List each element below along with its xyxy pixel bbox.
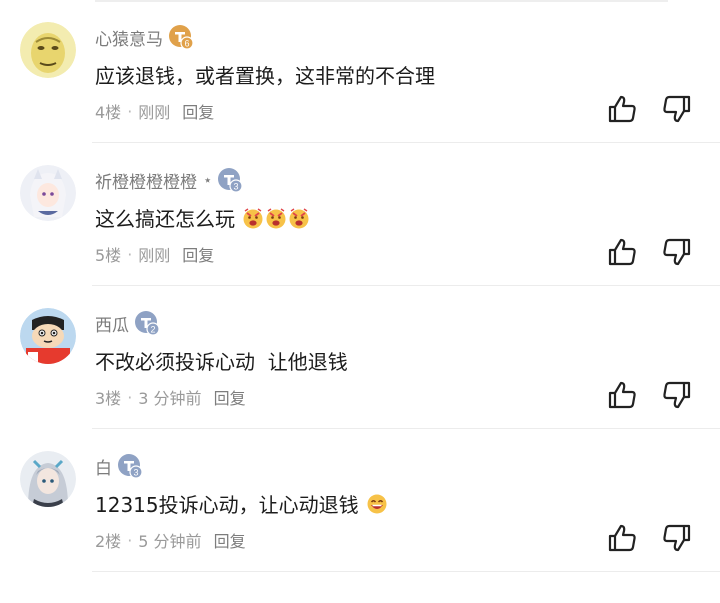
level-number: 6 <box>184 38 189 48</box>
user-suffix-star: ⋆ <box>203 171 213 189</box>
thumb-down-icon[interactable] <box>659 92 693 126</box>
level-badge-icon: 3 <box>117 453 143 479</box>
meta-dot: · <box>127 101 133 121</box>
thumb-up-icon[interactable] <box>606 92 640 126</box>
comment-text: 12315投诉心动，让心动退钱 <box>95 493 359 517</box>
thumb-up-icon[interactable] <box>606 235 640 269</box>
emoji-icon <box>243 208 263 229</box>
timestamp: 3 分钟前 <box>138 389 202 408</box>
floor-number: 3楼 <box>95 389 122 408</box>
thumb-down-icon[interactable] <box>659 235 693 269</box>
level-number: 2 <box>150 324 155 334</box>
reply-button[interactable]: 回复 <box>182 99 214 123</box>
avatar[interactable] <box>20 22 76 78</box>
thumb-down-icon[interactable] <box>659 521 693 555</box>
comment-text: 不改必须投诉心动 让他退钱 <box>95 350 348 374</box>
timestamp: 刚刚 <box>138 103 171 122</box>
username[interactable]: 祈橙橙橙橙橙 <box>95 168 197 193</box>
floor-number: 2楼 <box>95 532 122 551</box>
level-badge-icon: 3 <box>217 167 243 193</box>
level-number: 3 <box>133 467 138 477</box>
comment-text: 这么搞还怎么玩 <box>95 207 235 231</box>
reply-button[interactable]: 回复 <box>214 528 246 552</box>
level-badge-icon: 6 <box>168 24 194 50</box>
reply-button[interactable]: 回复 <box>182 242 214 266</box>
avatar[interactable] <box>20 308 76 364</box>
thumb-down-icon[interactable] <box>659 378 693 412</box>
comment-text-row: 12315投诉心动，让心动退钱 <box>95 489 388 518</box>
meta-dot: · <box>127 530 133 550</box>
divider <box>92 571 720 572</box>
timestamp: 5 分钟前 <box>138 532 202 551</box>
comment-item: 白 3 12315投诉心动，让心动退钱 2楼 · 5 分钟前 回复 <box>0 429 720 572</box>
timestamp: 刚刚 <box>138 246 171 265</box>
username[interactable]: 心猿意马 <box>95 25 163 50</box>
comment-text: 应该退钱，或者置换，这非常的不合理 <box>95 64 435 88</box>
username[interactable]: 西瓜 <box>95 311 129 336</box>
emoji-icon <box>266 208 286 229</box>
emoji-icon <box>367 494 387 514</box>
username[interactable]: 白 <box>95 454 112 479</box>
level-badge-icon: 2 <box>134 310 160 336</box>
thumb-up-icon[interactable] <box>606 378 640 412</box>
comment-item: 祈橙橙橙橙橙 ⋆ 3 这么搞还怎么玩 5楼 · 刚刚 回复 <box>0 143 720 286</box>
avatar[interactable] <box>20 451 76 507</box>
floor-number: 4楼 <box>95 103 122 122</box>
comment-item: 心猿意马 6 应该退钱，或者置换，这非常的不合理 4楼 · 刚刚 回复 <box>0 0 720 143</box>
comment-text-row: 这么搞还怎么玩 <box>95 203 310 232</box>
meta-dot: · <box>127 244 133 264</box>
reply-button[interactable]: 回复 <box>214 385 246 409</box>
floor-number: 5楼 <box>95 246 122 265</box>
thumb-up-icon[interactable] <box>606 521 640 555</box>
meta-dot: · <box>127 387 133 407</box>
comment-item: 西瓜 2 不改必须投诉心动 让他退钱 3楼 · 3 分钟前 回复 <box>0 286 720 429</box>
level-number: 3 <box>234 181 239 191</box>
emoji-icon <box>289 208 309 229</box>
avatar[interactable] <box>20 165 76 221</box>
